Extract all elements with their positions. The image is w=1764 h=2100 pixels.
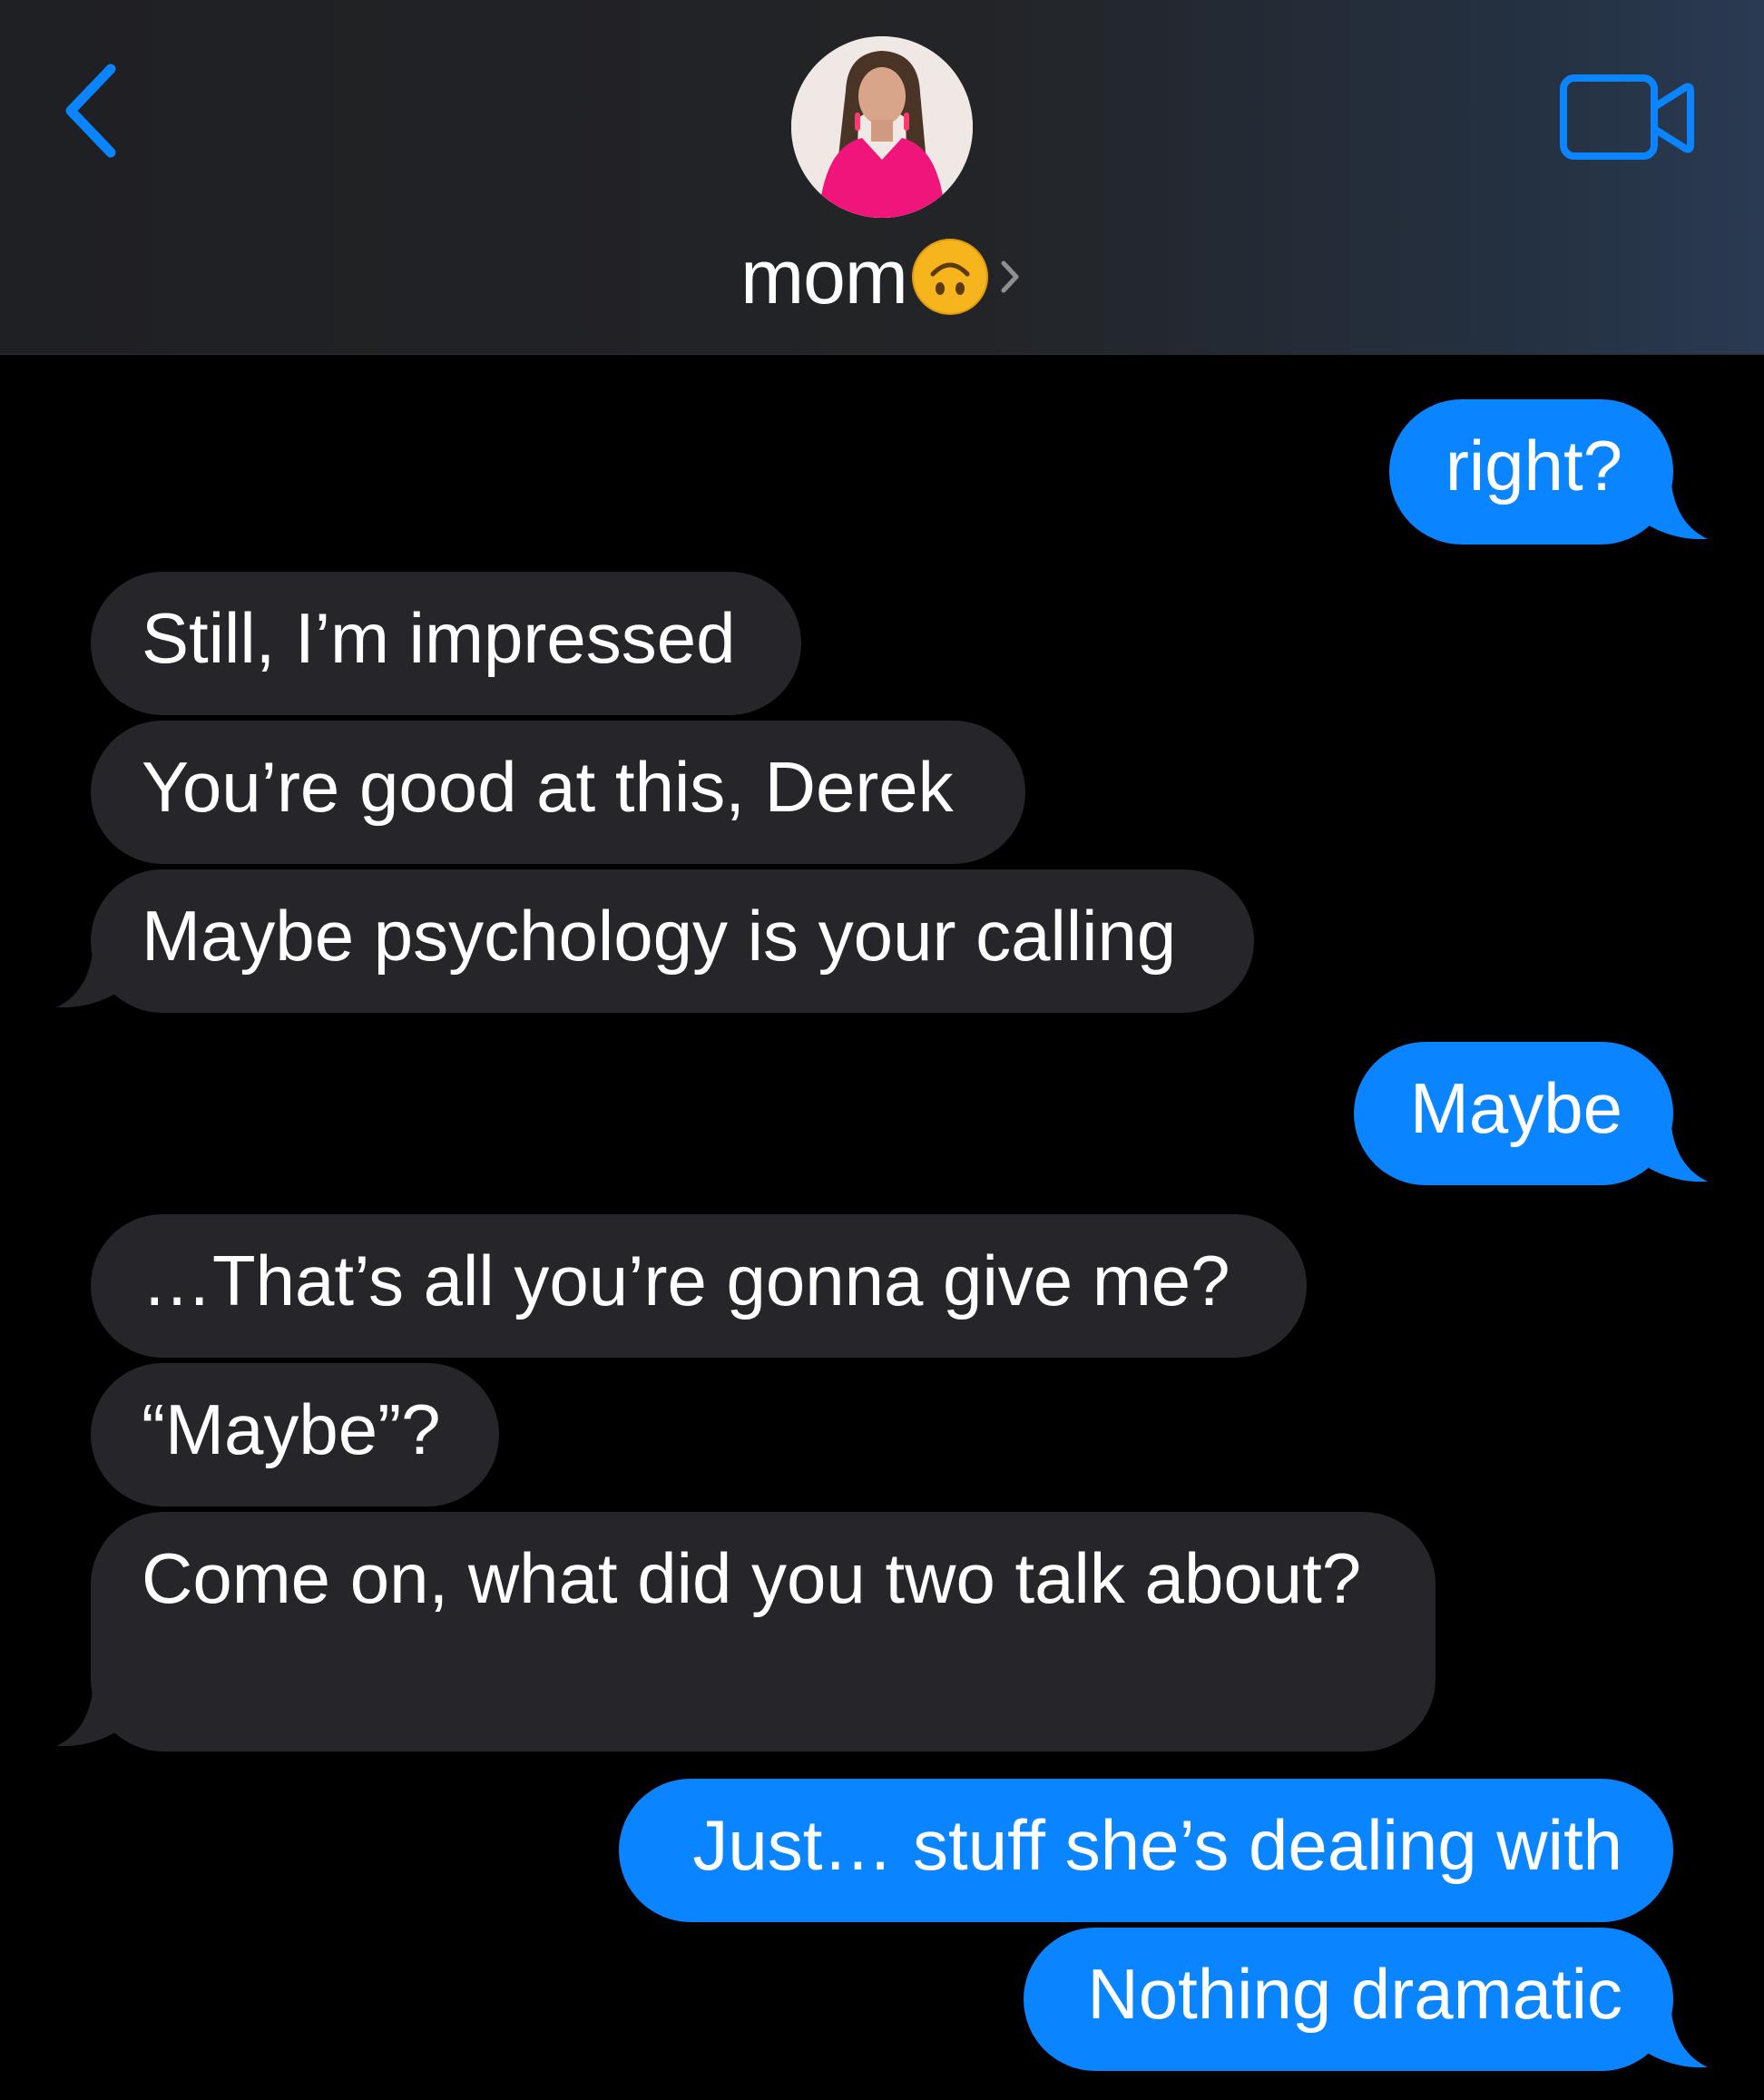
message-text: Just… stuff she’s dealing with: [692, 1805, 1622, 1885]
sent-bubble-tail: [1644, 485, 1708, 539]
message-text: Come on, what did you two talk about?: [142, 1538, 1362, 1618]
message-text: right?: [1445, 426, 1622, 505]
contact-name: mom: [740, 233, 908, 319]
message-text: Nothing dramatic: [1087, 1954, 1622, 2034]
received-message-bubble[interactable]: Come on, what did you two talk about?: [91, 1512, 1436, 1752]
received-message-bubble[interactable]: Maybe psychology is your calling: [91, 869, 1254, 1013]
received-bubble-tail: [56, 1692, 120, 1746]
sent-message-bubble[interactable]: right?: [1389, 399, 1673, 545]
message-text: You’re good at this, Derek: [142, 747, 954, 827]
chevron-right-icon: [1001, 260, 1019, 293]
received-bubble-tail: [56, 953, 120, 1007]
message-text: Maybe: [1409, 1068, 1622, 1148]
conversation-header: mom: [0, 0, 1764, 355]
received-message-bubble[interactable]: You’re good at this, Derek: [91, 721, 1025, 864]
chevron-left-icon: [65, 64, 116, 158]
contact-name-button[interactable]: mom: [0, 225, 1764, 322]
upside-down-face-icon: [911, 238, 988, 315]
video-camera-icon: [1560, 74, 1694, 160]
sent-bubble-tail: [1644, 1127, 1708, 1182]
message-text: Maybe psychology is your calling: [142, 896, 1177, 976]
received-message-bubble[interactable]: …That’s all you’re gonna give me?: [91, 1214, 1307, 1358]
message-text: …That’s all you’re gonna give me?: [142, 1241, 1230, 1320]
back-button[interactable]: [54, 56, 136, 165]
received-message-bubble[interactable]: “Maybe”?: [91, 1363, 499, 1506]
sent-message-bubble[interactable]: Just… stuff she’s dealing with: [619, 1779, 1673, 1922]
facetime-video-button[interactable]: [1559, 71, 1695, 165]
message-text: “Maybe”?: [142, 1389, 441, 1469]
sent-bubble-tail: [1644, 2013, 1708, 2067]
sent-message-bubble[interactable]: Nothing dramatic: [1024, 1928, 1673, 2071]
received-message-bubble[interactable]: Still, I’m impressed: [91, 572, 801, 715]
contact-avatar[interactable]: [791, 36, 973, 218]
avatar-photo: [791, 36, 973, 218]
message-text: Still, I’m impressed: [142, 598, 736, 678]
sent-message-bubble[interactable]: Maybe: [1354, 1042, 1673, 1185]
